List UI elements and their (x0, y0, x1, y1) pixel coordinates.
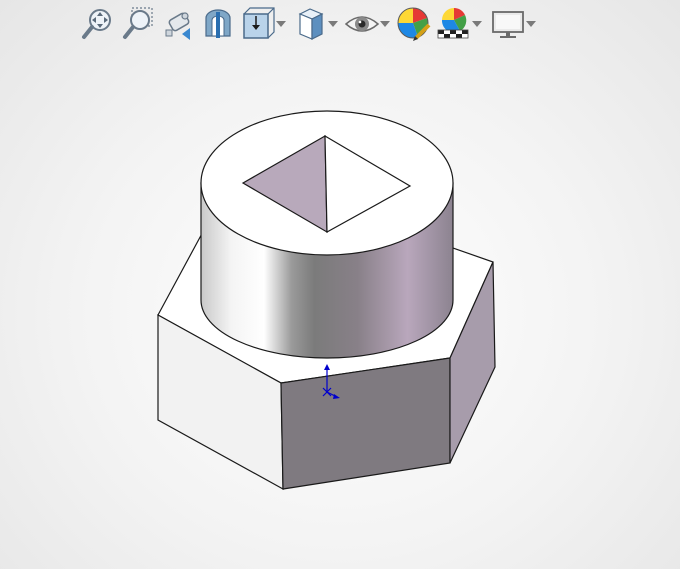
chevron-down-icon (276, 21, 286, 27)
display-style-icon (298, 8, 324, 40)
monitor-icon (492, 11, 524, 38)
hide-show-items-button[interactable] (342, 4, 382, 44)
hex-nut-model[interactable] (0, 0, 680, 569)
view-orientation-button[interactable] (238, 4, 278, 44)
apply-scene-button[interactable] (434, 4, 474, 44)
view-orientation-icon (243, 7, 275, 39)
zoom-area-icon (123, 7, 153, 39)
view-settings-button[interactable] (488, 4, 528, 44)
hide-show-items-dropdown[interactable] (378, 4, 392, 44)
zoom-fit-icon (82, 9, 111, 39)
view-orientation-dropdown[interactable] (274, 4, 288, 44)
section-view-button[interactable] (198, 4, 238, 44)
graphics-viewport[interactable] (0, 0, 680, 569)
zoom-to-area-button[interactable] (118, 4, 158, 44)
edit-appearance-button[interactable] (394, 4, 434, 44)
edit-appearance-icon (397, 7, 431, 41)
apply-scene-dropdown[interactable] (470, 4, 484, 44)
section-view-icon (205, 9, 231, 38)
zoom-to-fit-button[interactable] (78, 4, 118, 44)
eye-icon (344, 16, 380, 32)
heads-up-view-toolbar (78, 4, 540, 44)
apply-scene-icon (437, 7, 469, 39)
chevron-down-icon (472, 21, 482, 27)
previous-view-button[interactable] (158, 4, 198, 44)
chevron-down-icon (328, 21, 338, 27)
display-style-dropdown[interactable] (326, 4, 340, 44)
chevron-down-icon (380, 21, 390, 27)
view-settings-dropdown[interactable] (524, 4, 538, 44)
chevron-down-icon (526, 21, 536, 27)
previous-view-icon (165, 12, 190, 40)
display-style-button[interactable] (290, 4, 330, 44)
